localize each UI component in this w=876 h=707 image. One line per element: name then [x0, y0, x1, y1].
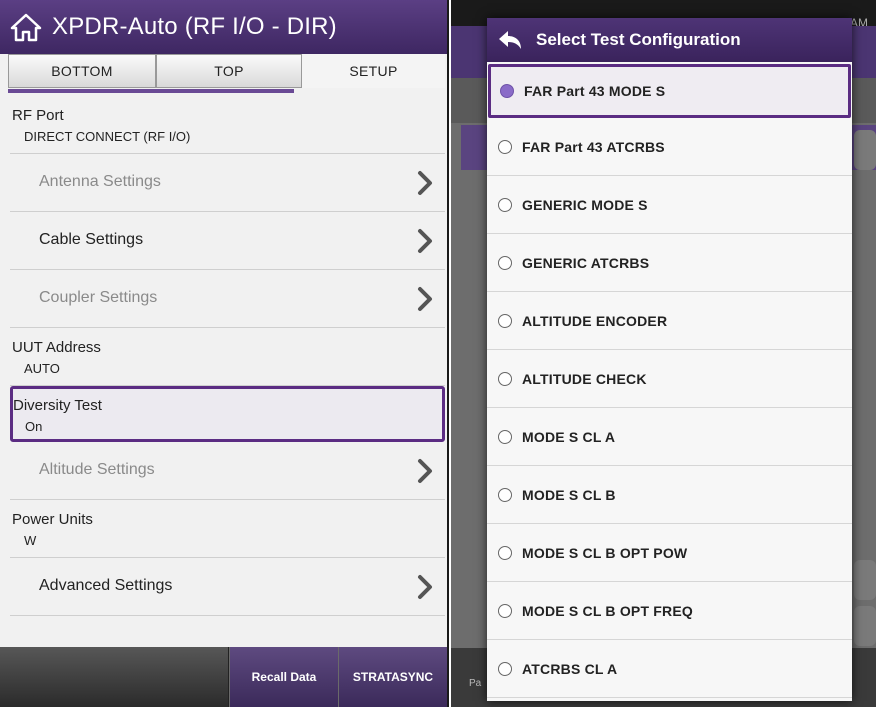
config-option-label: FAR Part 43 MODE S [524, 83, 666, 99]
stratasync-button[interactable]: STRATASYNC [338, 647, 447, 707]
config-option-list: FAR Part 43 MODE S FAR Part 43 ATCRBS GE… [487, 64, 852, 698]
xpdr-setup-panel: XPDR-Auto (RF I/O - DIR) BOTTOM TOP SETU… [0, 0, 449, 707]
setting-cable-settings[interactable]: Cable Settings [10, 212, 445, 270]
config-option[interactable]: MODE S CL A [487, 408, 852, 466]
settings-list: RF Port DIRECT CONNECT (RF I/O) Antenna … [10, 96, 445, 616]
background-side-control [854, 130, 876, 170]
config-option[interactable]: ALTITUDE CHECK [487, 350, 852, 408]
radio-selected-icon [500, 84, 514, 98]
tab-divider [8, 89, 294, 93]
config-option[interactable]: FAR Part 43 MODE S [488, 64, 851, 118]
radio-icon [498, 487, 512, 502]
tab-setup[interactable]: SETUP [302, 54, 445, 88]
back-arrow-icon [498, 31, 521, 49]
chevron-right-icon [418, 171, 432, 195]
setting-diversity-test[interactable]: Diversity Test On [10, 386, 445, 442]
config-option-label: MODE S CL B [522, 486, 616, 503]
bottom-bar-spacer [0, 647, 229, 707]
radio-icon [498, 139, 512, 154]
config-option-label: MODE S CL A [522, 428, 616, 445]
config-option[interactable]: MODE S CL B OPT POW [487, 524, 852, 582]
radio-icon [498, 661, 512, 676]
setting-label: Advanced Settings [39, 577, 173, 594]
setting-value: W [24, 533, 37, 548]
config-option[interactable]: ATCRBS CL A [487, 640, 852, 698]
setting-antenna-settings[interactable]: Antenna Settings [10, 154, 445, 212]
radio-icon [498, 429, 512, 444]
setting-power-units[interactable]: Power Units W [10, 500, 445, 558]
config-option-label: GENERIC MODE S [522, 196, 648, 213]
setting-advanced-settings[interactable]: Advanced Settings [10, 558, 445, 616]
bottom-action-bar: Recall Data STRATASYNC [0, 647, 447, 707]
radio-icon [498, 371, 512, 386]
setting-label: Antenna Settings [39, 173, 161, 190]
page-title: XPDR-Auto (RF I/O - DIR) [52, 13, 337, 40]
radio-icon [498, 255, 512, 270]
recall-data-button[interactable]: Recall Data [229, 647, 338, 707]
config-option-label: GENERIC ATCRBS [522, 254, 650, 271]
chevron-right-icon [418, 287, 432, 311]
setting-value: On [25, 419, 43, 434]
chevron-right-icon [418, 575, 432, 599]
setting-uut-address[interactable]: UUT Address AUTO [10, 328, 445, 386]
radio-icon [498, 603, 512, 618]
chevron-right-icon [418, 459, 432, 483]
setting-label: Power Units [12, 511, 93, 528]
home-icon [10, 13, 42, 42]
back-button[interactable] [487, 18, 532, 62]
radio-icon [498, 197, 512, 212]
config-option-label: ALTITUDE ENCODER [522, 312, 668, 329]
dialog-header: Select Test Configuration [487, 18, 852, 62]
config-option-label: ALTITUDE CHECK [522, 370, 647, 387]
setting-value: DIRECT CONNECT (RF I/O) [24, 129, 191, 144]
config-option-label: MODE S CL B OPT POW [522, 544, 688, 561]
app-titlebar: XPDR-Auto (RF I/O - DIR) [0, 0, 447, 54]
setting-altitude-settings[interactable]: Altitude Settings [10, 442, 445, 500]
setting-label: RF Port [12, 107, 64, 124]
config-option-label: ATCRBS CL A [522, 660, 618, 677]
dialog-title: Select Test Configuration [536, 30, 741, 49]
tab-bottom[interactable]: BOTTOM [8, 54, 156, 88]
select-test-configuration-dialog: Select Test Configuration FAR Part 43 MO… [487, 18, 852, 701]
background-side-control [854, 560, 876, 600]
setting-label: Diversity Test [13, 397, 102, 414]
setting-rf-port[interactable]: RF Port DIRECT CONNECT (RF I/O) [10, 96, 445, 154]
tab-top[interactable]: TOP [156, 54, 302, 88]
config-option-label: MODE S CL B OPT FREQ [522, 602, 693, 619]
setting-label: Altitude Settings [39, 461, 155, 478]
config-option[interactable]: ALTITUDE ENCODER [487, 292, 852, 350]
radio-icon [498, 313, 512, 328]
setting-label: UUT Address [12, 339, 101, 356]
config-option[interactable]: GENERIC ATCRBS [487, 234, 852, 292]
config-option[interactable]: MODE S CL B OPT FREQ [487, 582, 852, 640]
config-option[interactable]: GENERIC MODE S [487, 176, 852, 234]
chevron-right-icon [418, 229, 432, 253]
tab-bar: BOTTOM TOP SETUP [8, 54, 447, 90]
config-option-label: FAR Part 43 ATCRBS [522, 138, 665, 155]
setting-label: Coupler Settings [39, 289, 158, 306]
config-option[interactable]: MODE S CL B [487, 466, 852, 524]
background-side-control [854, 606, 876, 646]
setting-value: AUTO [24, 361, 60, 376]
background-bottom-fragment: Pa [469, 678, 482, 689]
config-option[interactable]: FAR Part 43 ATCRBS [487, 118, 852, 176]
setting-label: Cable Settings [39, 231, 144, 248]
setting-coupler-settings[interactable]: Coupler Settings [10, 270, 445, 328]
home-button[interactable] [0, 0, 52, 54]
radio-icon [498, 545, 512, 560]
